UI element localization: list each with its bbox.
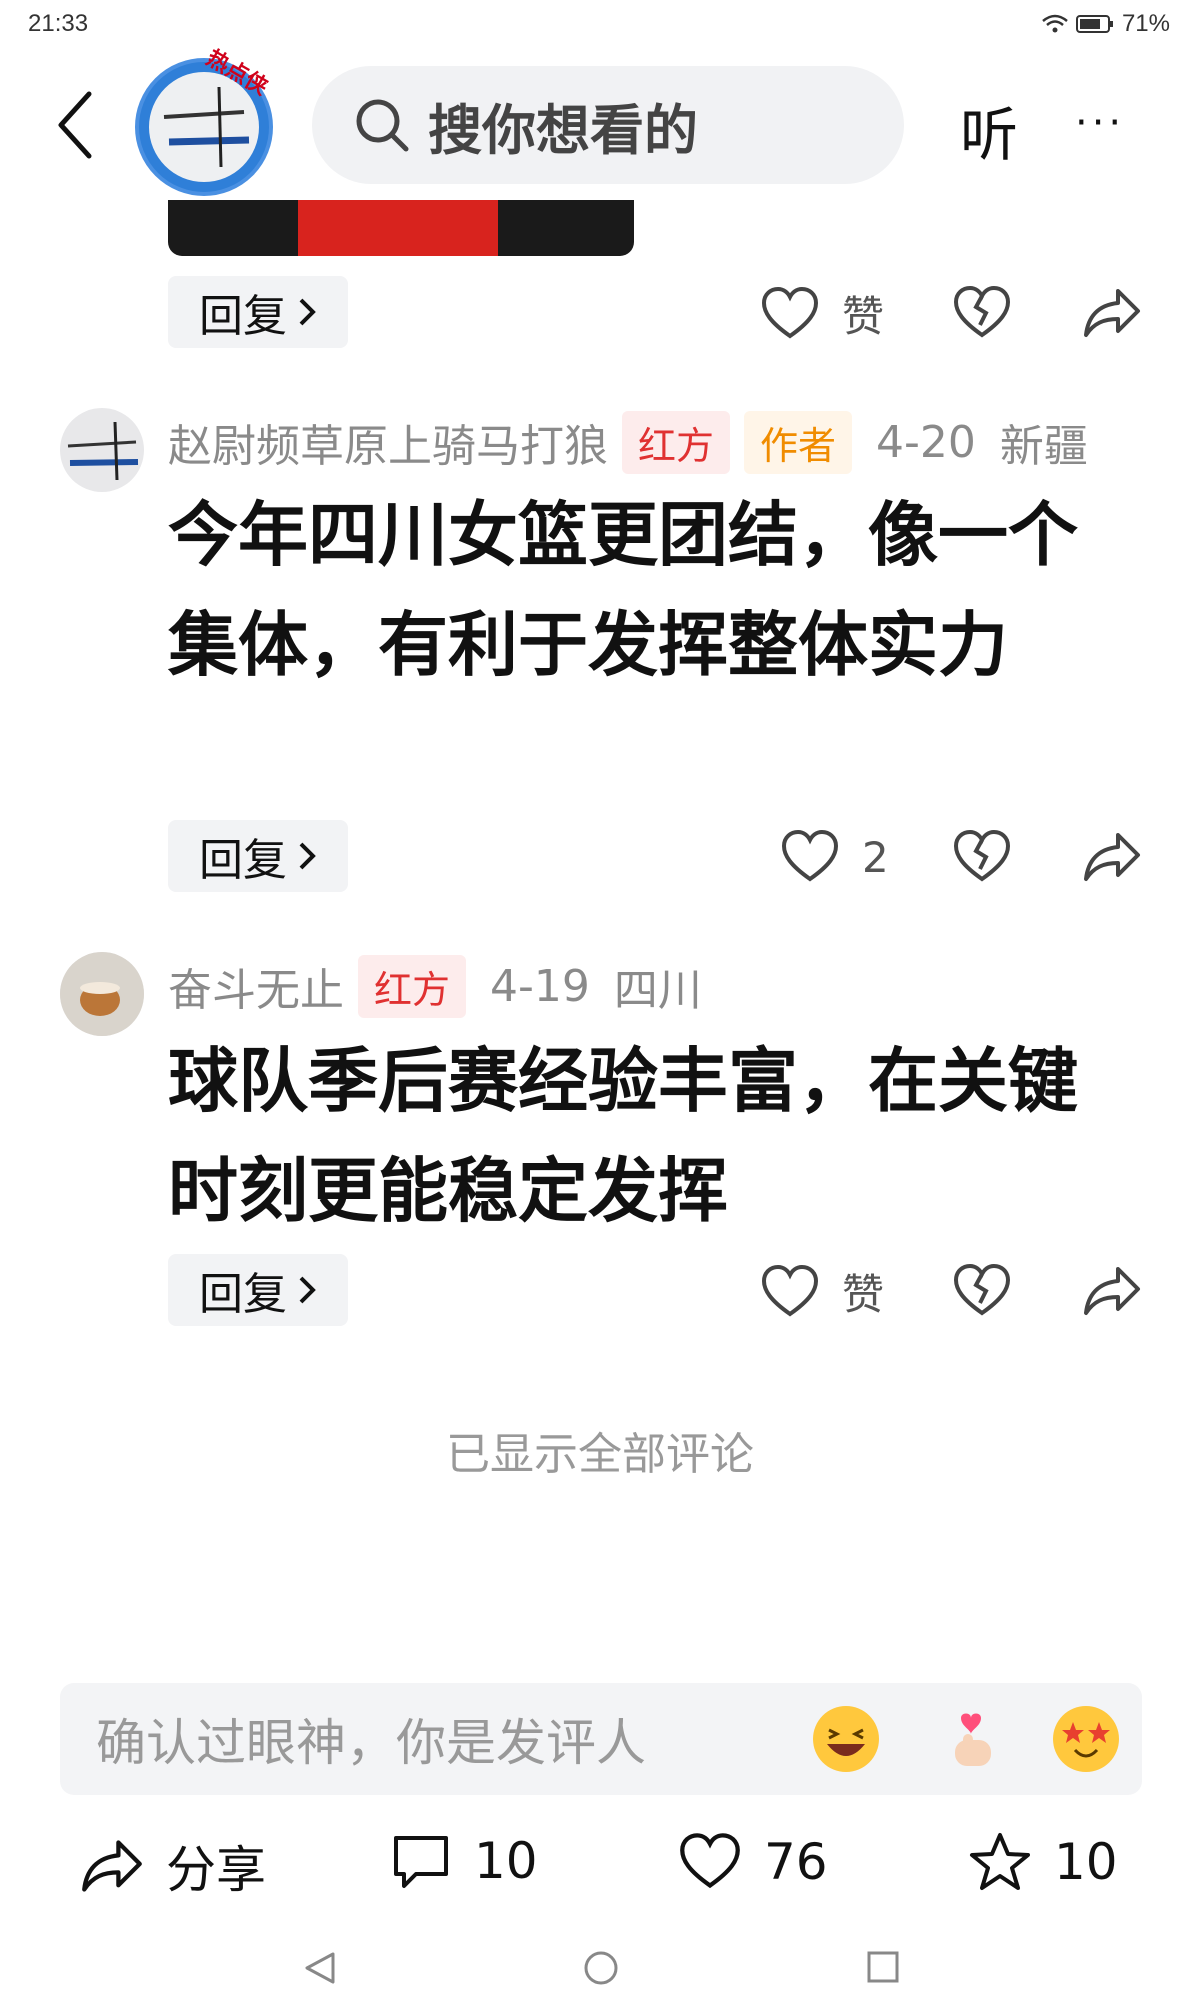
share-icon: [1084, 289, 1140, 337]
dislike-button[interactable]: [952, 1261, 1012, 1325]
like-label: 赞: [842, 292, 885, 341]
username[interactable]: 奋斗无止: [168, 954, 344, 1018]
triangle-back-icon: [305, 1952, 335, 1984]
chevron-right-icon: [299, 1276, 316, 1304]
like-count: 2: [862, 832, 889, 882]
share-comment-button[interactable]: [1082, 283, 1142, 347]
like-button[interactable]: 赞: [760, 283, 884, 344]
share-button[interactable]: 分享: [80, 1830, 266, 1902]
search-placeholder: 搜你想看的: [428, 98, 698, 162]
heart-icon: [761, 1264, 819, 1316]
avatar[interactable]: [60, 952, 144, 1036]
nav-home-button[interactable]: [583, 1950, 619, 1990]
reply-button[interactable]: 回复: [168, 1254, 348, 1326]
heart-icon: [761, 286, 819, 338]
share-comment-button[interactable]: [1082, 827, 1142, 891]
like-article-button[interactable]: 76: [678, 1830, 828, 1894]
battery-icon: [1075, 15, 1113, 33]
like-button[interactable]: 赞: [760, 1261, 884, 1322]
reply-button[interactable]: 回复: [168, 820, 348, 892]
heart-icon: [781, 829, 839, 882]
search-icon: [356, 99, 409, 152]
comment-location: 新疆: [999, 421, 1088, 472]
comment-location: 四川: [613, 965, 702, 1016]
star-eyes-emoji-icon[interactable]: [1053, 1706, 1119, 1772]
nav-back-button[interactable]: [303, 1950, 337, 1990]
comment-count: 10: [474, 1832, 538, 1890]
reply-label: 回复: [199, 835, 287, 886]
tag-author: 作者: [744, 410, 853, 474]
comment-text: 今年四川女篮更团结，像一个集体，有利于发挥整体实力: [168, 494, 1078, 686]
like-label: 赞: [842, 1270, 885, 1319]
comment-input-placeholder: 确认过眼神，你是发评人: [96, 1714, 646, 1772]
listen-button[interactable]: 听: [960, 88, 1018, 172]
comments-button[interactable]: 10: [390, 1830, 538, 1892]
favorite-count: 10: [1054, 1833, 1118, 1891]
reply-button[interactable]: 回复: [168, 276, 348, 348]
reply-label: 回复: [199, 1269, 287, 1320]
comment-icon: [394, 1836, 448, 1888]
dislike-button[interactable]: [952, 283, 1012, 347]
reply-label: 回复: [199, 291, 287, 342]
share-icon: [82, 1840, 142, 1892]
back-button[interactable]: [40, 85, 110, 165]
battery-level: 71%: [1121, 10, 1170, 37]
tag-red-side: 红方: [358, 954, 467, 1018]
nav-recents-button[interactable]: [866, 1950, 900, 1988]
square-recents-icon: [867, 1951, 899, 1983]
laughing-emoji-icon[interactable]: [813, 1706, 879, 1772]
broken-heart-icon: [953, 829, 1011, 882]
dislike-button[interactable]: [952, 827, 1012, 891]
share-icon: [1084, 833, 1140, 881]
share-icon: [1084, 1267, 1140, 1315]
comment-meta: 奋斗无止 红方 4-19 四川: [168, 954, 702, 1018]
finger-heart-emoji-icon[interactable]: [937, 1706, 1003, 1772]
comment-image[interactable]: [168, 200, 634, 256]
back-icon: [58, 91, 92, 159]
broken-heart-icon: [953, 285, 1011, 338]
all-comments-shown-note: 已显示全部评论: [446, 1429, 754, 1480]
share-comment-button[interactable]: [1082, 1261, 1142, 1325]
circle-home-icon: [584, 1951, 618, 1985]
comment-date: 4-20: [876, 416, 976, 468]
comment-text: 球队季后赛经验丰富，在关键时刻更能稳定发挥: [168, 1040, 1078, 1232]
comment-date: 4-19: [490, 960, 590, 1012]
more-button[interactable]: ···: [1075, 100, 1125, 146]
wifi-icon: [1042, 14, 1068, 33]
avatar[interactable]: [60, 408, 144, 492]
status-indicators: 71%: [1042, 10, 1170, 38]
share-label: 分享: [166, 1841, 266, 1899]
broken-heart-icon: [953, 1263, 1011, 1316]
like-button[interactable]: 2: [780, 827, 889, 887]
status-time: 21:33: [28, 10, 89, 37]
chevron-right-icon: [299, 842, 316, 870]
like-count: 76: [764, 1833, 828, 1891]
star-icon: [970, 1833, 1030, 1890]
username[interactable]: 赵尉频草原上骑马打狼: [168, 410, 608, 474]
favorite-button[interactable]: 10: [968, 1830, 1118, 1894]
tag-red-side: 红方: [622, 410, 731, 474]
comment-meta: 赵尉频草原上骑马打狼 红方 作者 4-20 新疆: [168, 410, 1088, 474]
heart-icon: [680, 1833, 740, 1889]
search-input[interactable]: 搜你想看的: [312, 66, 904, 184]
chevron-right-icon: [299, 298, 316, 326]
